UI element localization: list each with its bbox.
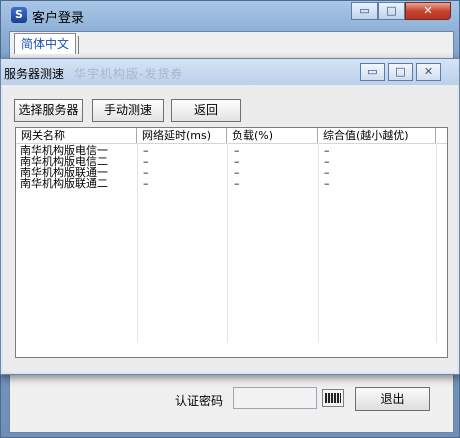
column-header-latency[interactable]: 网络延时(ms) [137, 128, 227, 143]
login-window-caption-buttons: ▭ □ ✕ [351, 2, 451, 20]
server-speed-dialog: 服务器测速 华宇机构版-发货券 ▭ □ ✕ 选择服务器 手动测速 返回 网关名称… [0, 58, 460, 375]
cell-score: – [324, 177, 330, 190]
manual-test-button[interactable]: 手动测速 [92, 99, 164, 122]
app-logo-icon: S [11, 7, 27, 23]
maximize-button[interactable]: □ [378, 2, 405, 20]
dialog-caption-buttons: ▭ □ ✕ [360, 63, 444, 81]
login-window-titlebar[interactable]: S 客户登录 ▭ □ ✕ [1, 1, 459, 31]
auth-password-field[interactable] [233, 387, 317, 409]
minimize-button[interactable]: ▭ [351, 2, 378, 20]
dialog-ghost-text: 华宇机构版-发货券 [74, 67, 184, 81]
dialog-minimize-button[interactable]: ▭ [360, 63, 385, 81]
column-header-gateway[interactable]: 网关名称 [16, 128, 137, 143]
login-window-title: 客户登录 [32, 11, 85, 26]
cell-gateway: 南华机构版联通二 [20, 177, 108, 190]
cell-latency: – [143, 177, 149, 190]
virtual-keyboard-button[interactable] [322, 389, 344, 407]
column-header-score[interactable]: 综合值(越小越优) [318, 128, 436, 143]
tab-language[interactable]: 简体中文 [14, 33, 80, 54]
table-row[interactable]: 南华机构版联通二 – – – [16, 178, 447, 189]
exit-button[interactable]: 退出 [355, 387, 430, 411]
gateway-list[interactable]: 网关名称 网络延时(ms) 负载(%) 综合值(越小越优) 南华机构版电信一 –… [15, 127, 448, 358]
keyboard-icon [325, 393, 341, 403]
close-button[interactable]: ✕ [405, 2, 451, 20]
cell-load: – [234, 177, 240, 190]
list-header: 网关名称 网络延时(ms) 负载(%) 综合值(越小越优) [16, 128, 447, 144]
dialog-title: 服务器测速 [4, 67, 65, 81]
back-button[interactable]: 返回 [171, 99, 241, 122]
dialog-titlebar[interactable]: 服务器测速 华宇机构版-发货券 ▭ □ ✕ [1, 59, 459, 85]
dialog-close-button[interactable]: ✕ [416, 63, 441, 81]
dialog-maximize-button[interactable]: □ [388, 63, 413, 81]
dialog-body: 选择服务器 手动测速 返回 网关名称 网络延时(ms) 负载(%) 综合值(越小… [3, 85, 457, 372]
auth-password-label: 认证密码 [175, 394, 224, 408]
column-header-load[interactable]: 负载(%) [227, 128, 318, 143]
select-server-button[interactable]: 选择服务器 [14, 99, 83, 122]
